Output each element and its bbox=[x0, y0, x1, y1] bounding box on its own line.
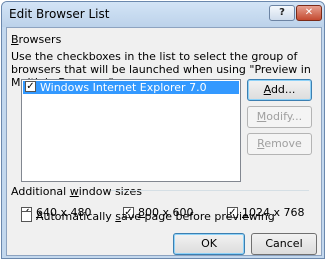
autosave-checkbox[interactable] bbox=[21, 211, 32, 222]
browser-list[interactable]: ✓ Windows Internet Explorer 7.0 bbox=[21, 79, 241, 182]
dialog-content: Browsers Use the checkboxes in the list … bbox=[6, 27, 322, 256]
ok-button[interactable]: OK bbox=[173, 233, 245, 255]
dialog-title: Edit Browser List bbox=[9, 7, 110, 21]
title-bar[interactable]: Edit Browser List ? ✕ bbox=[2, 2, 324, 27]
browsers-section-label: Browsers bbox=[11, 33, 62, 46]
edit-browser-list-dialog: Edit Browser List ? ✕ Browsers Use the c… bbox=[1, 1, 325, 259]
add-button[interactable]: Add... bbox=[247, 79, 312, 101]
autosave-label: Automatically save page before previewin… bbox=[36, 210, 275, 223]
question-mark-icon: ? bbox=[279, 7, 285, 18]
close-icon: ✕ bbox=[304, 7, 314, 18]
list-item-browser[interactable]: ✓ Windows Internet Explorer 7.0 bbox=[23, 81, 239, 94]
browser-checkbox[interactable]: ✓ bbox=[25, 81, 36, 92]
remove-button[interactable]: Remove bbox=[247, 133, 312, 155]
checkmark-icon: ✓ bbox=[26, 81, 35, 92]
browser-label: Windows Internet Explorer 7.0 bbox=[40, 81, 207, 94]
close-button[interactable]: ✕ bbox=[296, 5, 322, 21]
group-divider bbox=[111, 190, 309, 191]
cancel-button[interactable]: Cancel bbox=[251, 233, 317, 255]
modify-button[interactable]: Modify... bbox=[247, 106, 312, 128]
help-button[interactable]: ? bbox=[269, 5, 295, 21]
window-sizes-label: Additional window sizes bbox=[11, 185, 143, 198]
